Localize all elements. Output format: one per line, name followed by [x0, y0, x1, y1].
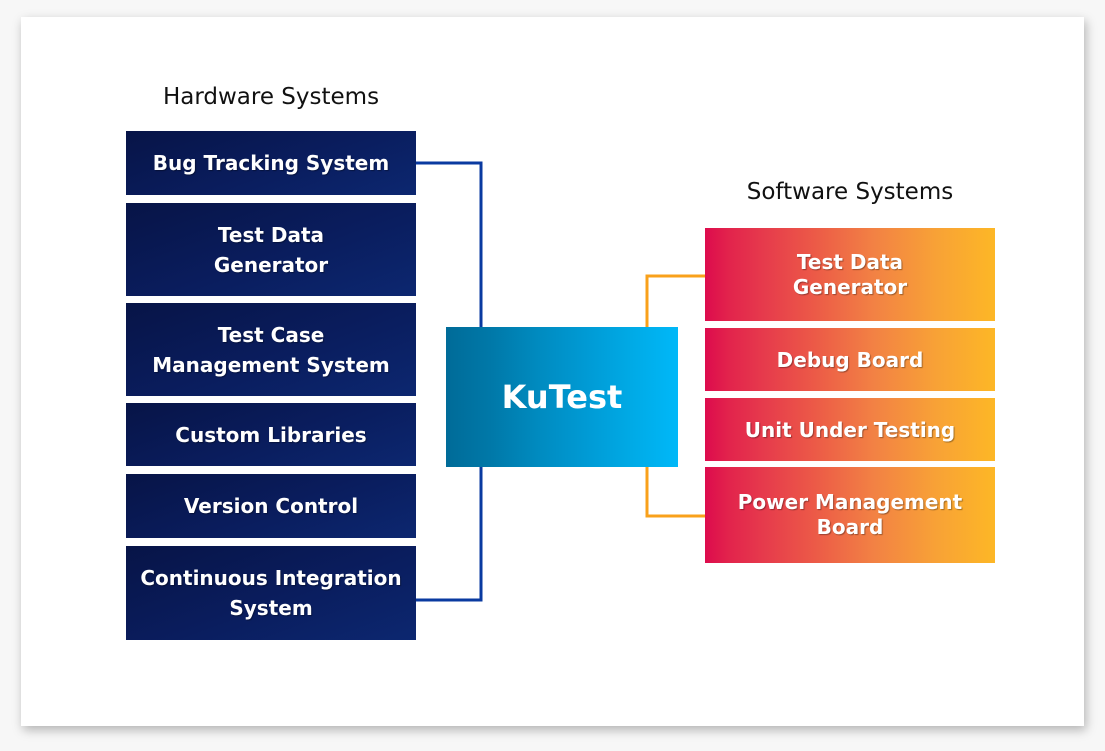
sw-test-data-generator: Test Data Generator [705, 228, 995, 321]
hw-custom-libraries: Custom Libraries [126, 403, 416, 466]
hw-bug-tracking-system: Bug Tracking System [126, 131, 416, 195]
sw-unit-under-testing: Unit Under Testing [705, 398, 995, 461]
hardware-systems-title: Hardware Systems [162, 84, 380, 110]
software-connector-top [645, 274, 705, 327]
sw-power-management-board: Power Management Board [705, 467, 995, 563]
hw-version-control: Version Control [126, 474, 416, 538]
software-connector-bottom [645, 467, 705, 518]
kutest-hub: KuTest [446, 327, 678, 467]
sw-debug-board: Debug Board [705, 328, 995, 391]
hw-test-data-generator: Test Data Generator [126, 203, 416, 296]
software-systems-title: Software Systems [746, 179, 954, 205]
hw-continuous-integration-system: Continuous Integration System [126, 546, 416, 640]
hw-test-case-management-system: Test Case Management System [126, 303, 416, 396]
